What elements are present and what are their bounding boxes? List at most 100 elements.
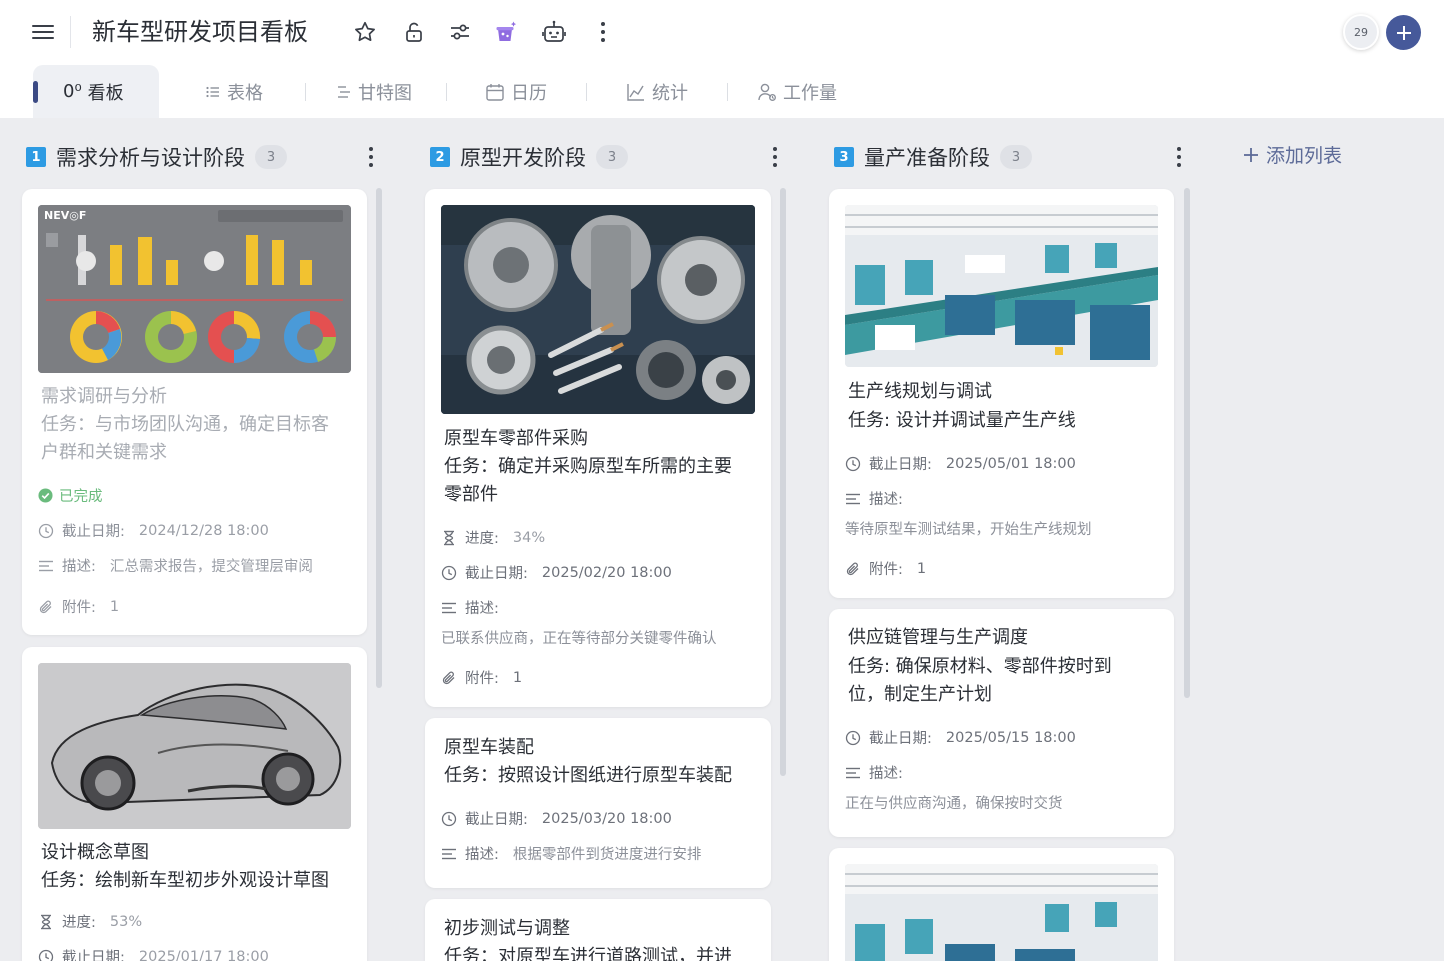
tab-gantt[interactable]: 甘特图	[336, 65, 412, 118]
task-card[interactable]: 生产线规划与调试 任务: 设计并调试量产生产线 截止日期: 2025/05/01 …	[829, 189, 1174, 598]
task-card[interactable]: 初步测试与调整 任务：对原型车进行道路测试，并进	[425, 899, 771, 961]
deadline-label: 截止日期:	[869, 457, 932, 473]
description-value: 汇总需求报告，提交管理层审阅	[109, 559, 313, 575]
tab-kanban[interactable]: 0⁰ 看板	[33, 65, 159, 118]
progress-value: 34%	[512, 529, 546, 546]
description-icon	[846, 493, 860, 504]
description-value: 根据零部件到货进度进行安排	[512, 847, 702, 863]
card-task-text: 任务：与市场团队沟通，确定目标客	[41, 414, 329, 435]
column-number: 1	[26, 147, 46, 167]
tab-workload[interactable]: 工作量	[757, 65, 837, 118]
clock-icon	[38, 523, 54, 538]
card-description: 描述:	[845, 488, 903, 509]
tab-label: 甘特图	[358, 82, 412, 104]
column-header[interactable]: 3 量产准备阶段 3	[834, 142, 1032, 172]
deadline-value: 2025/03/20 18:00	[541, 810, 672, 827]
progress-label: 进度:	[62, 915, 96, 931]
description-icon	[39, 560, 53, 571]
robot-icon[interactable]	[540, 18, 568, 46]
task-card[interactable]: 供应链管理与生产调度 任务: 确保原材料、零部件按时到 位，制定生产计划 截止日…	[829, 609, 1174, 837]
card-attachments[interactable]: 附件: 1	[845, 558, 926, 579]
svg-text:NEV◎F: NEV◎F	[44, 209, 86, 222]
hourglass-icon	[444, 530, 454, 545]
card-deadline: 截止日期: 2025/02/20 18:00	[441, 562, 672, 583]
attachments-value: 1	[109, 598, 120, 615]
deadline-value: 2024/12/28 18:00	[138, 522, 269, 539]
add-member-button[interactable]	[1386, 15, 1421, 50]
list-icon	[206, 86, 219, 97]
card-deadline: 截止日期: 2025/01/17 18:00	[38, 946, 269, 961]
column-more-icon[interactable]	[366, 145, 376, 169]
column-scrollbar[interactable]	[376, 188, 382, 688]
card-progress: 进度: 53%	[38, 911, 142, 932]
clock-icon	[441, 565, 457, 580]
card-task-text: 任务：绘制新车型初步外观设计草图	[41, 870, 329, 891]
task-card[interactable]: 设计概念草图 任务：绘制新车型初步外观设计草图 进度: 53% 截止日期: 2025…	[22, 647, 367, 961]
card-title: 需求调研与分析	[41, 386, 167, 407]
paperclip-icon	[39, 600, 52, 613]
more-vertical-icon[interactable]	[589, 18, 617, 46]
menu-icon[interactable]	[32, 22, 54, 42]
card-task-text: 任务: 确保原材料、零部件按时到	[848, 656, 1112, 677]
tab-table[interactable]: 表格	[205, 65, 263, 118]
clock-icon	[845, 456, 861, 471]
description-icon	[846, 767, 860, 778]
tab-label: 日历	[511, 82, 547, 104]
card-progress: 进度: 34%	[441, 527, 545, 548]
card-attachments[interactable]: 附件: 1	[38, 596, 119, 617]
card-description: 描述: 汇总需求报告，提交管理层审阅	[38, 555, 313, 576]
description-label: 描述:	[62, 559, 96, 575]
attachments-value: 1	[512, 669, 523, 686]
card-title: 原型车零部件采购	[444, 428, 588, 449]
member-count-avatar[interactable]: 29	[1343, 14, 1379, 50]
column-header[interactable]: 2 原型开发阶段 3	[430, 142, 628, 172]
column-scrollbar[interactable]	[1184, 188, 1190, 698]
column-title: 量产准备阶段	[864, 146, 990, 170]
tab-calendar[interactable]: 日历	[485, 65, 547, 118]
column-title: 需求分析与设计阶段	[56, 146, 245, 170]
card-deadline: 截止日期: 2025/05/01 18:00	[845, 453, 1076, 474]
progress-label: 进度:	[465, 531, 499, 547]
description-icon	[442, 602, 456, 613]
task-card[interactable]: 原型车装配 任务：按照设计图纸进行原型车装配 截止日期: 2025/03/20 1…	[425, 718, 771, 888]
column-count-badge: 3	[596, 145, 628, 169]
description-label: 描述:	[465, 847, 499, 863]
deadline-label: 截止日期:	[465, 566, 528, 582]
attachments-label: 附件:	[465, 671, 499, 687]
deadline-value: 2025/05/15 18:00	[945, 729, 1076, 746]
column-count-badge: 3	[255, 145, 287, 169]
tab-label: 统计	[652, 82, 688, 104]
card-task-text: 零部件	[444, 484, 498, 505]
clock-icon	[38, 949, 54, 961]
card-task-text: 任务: 设计并调试量产生产线	[848, 410, 1076, 431]
card-cover-image	[845, 205, 1158, 367]
filter-sliders-icon[interactable]	[446, 18, 474, 46]
task-card[interactable]: NEV◎F 需求调研与分析 任务：与市场团队沟通，确定目标客 户群和关键需求 已…	[22, 189, 367, 635]
card-attachments[interactable]: 附件: 1	[441, 667, 522, 688]
add-list-button[interactable]: 添加列表	[1242, 141, 1342, 168]
card-task-text: 户群和关键需求	[41, 442, 167, 463]
card-task-text: 任务：对原型车进行道路测试，并进	[444, 946, 732, 961]
description-label: 描述:	[869, 492, 903, 508]
column-more-icon[interactable]	[1174, 145, 1184, 169]
deadline-label: 截止日期:	[62, 950, 125, 961]
unlock-icon[interactable]	[400, 18, 428, 46]
card-task-text: 任务：确定并采购原型车所需的主要	[444, 456, 732, 477]
card-deadline: 截止日期: 2025/03/20 18:00	[441, 808, 672, 829]
task-card[interactable]	[829, 848, 1174, 961]
deadline-value: 2025/02/20 18:00	[541, 564, 672, 581]
paperclip-icon	[442, 671, 455, 684]
column-header[interactable]: 1 需求分析与设计阶段 3	[26, 142, 287, 172]
plus-icon	[1396, 25, 1411, 40]
task-card[interactable]: 原型车零部件采购 任务：确定并采购原型车所需的主要 零部件 进度: 34% 截止日…	[425, 189, 771, 707]
tab-statistics[interactable]: 统计	[626, 65, 688, 118]
column-scrollbar[interactable]	[780, 188, 786, 776]
star-icon[interactable]	[351, 18, 379, 46]
view-tabs: 0⁰ 看板 表格 甘特图 日历 统计 工作量	[0, 65, 1444, 118]
card-title: 生产线规划与调试	[848, 381, 992, 402]
column-more-icon[interactable]	[770, 145, 780, 169]
column-title: 原型开发阶段	[460, 146, 586, 170]
magic-hat-icon[interactable]	[492, 18, 520, 46]
column-number: 3	[834, 147, 854, 167]
tab-separator	[446, 83, 447, 101]
